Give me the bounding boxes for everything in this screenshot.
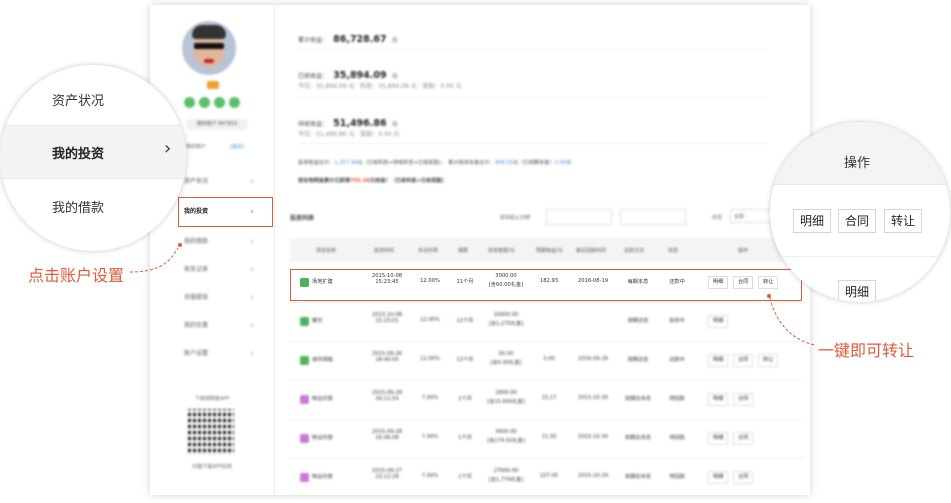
connector-right — [769, 297, 816, 346]
connector-left-dot — [178, 243, 182, 247]
annotation-right: 一键即可转让 — [818, 341, 915, 360]
annotation-connectors — [129, 243, 816, 346]
connector-left — [129, 247, 179, 273]
annotation-left: 点击账户设置 — [28, 266, 125, 285]
connector-right-dot — [767, 294, 771, 298]
